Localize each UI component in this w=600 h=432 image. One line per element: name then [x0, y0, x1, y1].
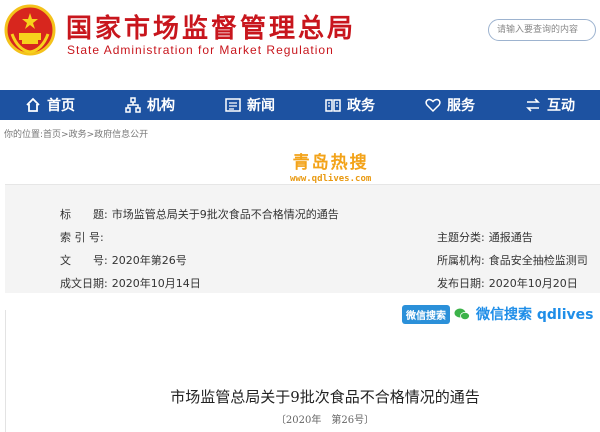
nav-label: 机构 [147, 98, 175, 114]
info-panel: 标 题: 市场监管总局关于9批次食品不合格情况的通告 索 引 号: 文 号: 202… [5, 184, 600, 293]
nav-label: 新闻 [247, 98, 275, 114]
info-label: 发布日期: [437, 277, 485, 290]
site-subtitle: State Administration for Market Regulati… [67, 43, 334, 57]
info-label: 索 引 号: [60, 231, 104, 244]
info-date-row: 成文日期: 2020年10月14日 [60, 275, 201, 291]
nav-interact[interactable]: 互动 [500, 90, 600, 120]
info-value: 食品安全抽检监测司 [488, 254, 588, 267]
exchange-icon [525, 97, 541, 113]
info-value: 市场监管总局关于9批次食品不合格情况的通告 [111, 208, 339, 221]
nav-service[interactable]: 服务 [400, 90, 500, 120]
main-nav: 首页 机构 新闻 政务 服务 互动 [0, 90, 600, 120]
info-value: 2020年第26号 [111, 254, 187, 267]
nav-label: 服务 [447, 98, 475, 114]
info-publish-row: 发布日期: 2020年10月20日 [437, 275, 578, 291]
org-icon [125, 97, 141, 113]
info-label: 成文日期: [60, 277, 108, 290]
info-value: 2020年10月14日 [111, 277, 201, 290]
nav-label: 政务 [347, 98, 375, 114]
info-label: 主题分类: [437, 231, 485, 244]
home-icon [25, 97, 41, 113]
watermark-url: www.qdlives.com [290, 174, 372, 184]
info-label: 文 号: [60, 254, 108, 267]
national-emblem-icon [4, 4, 56, 56]
watermark-top: 青岛热搜 www.qdlives.com [290, 148, 371, 184]
nav-label: 首页 [47, 98, 75, 114]
nav-home[interactable]: 首页 [0, 90, 100, 120]
site-title: 国家市场监督管理总局 [66, 14, 357, 44]
nav-gov[interactable]: 政务 [300, 90, 400, 120]
nav-label: 互动 [547, 98, 575, 114]
news-icon [225, 97, 241, 113]
breadcrumb: 你的位置:首页>政务>政府信息公开 [4, 130, 149, 140]
info-label: 标 题: [60, 208, 108, 221]
info-doc-row: 文 号: 2020年第26号 [60, 252, 187, 268]
document-number: 〔2020年 第26号〕 [275, 415, 375, 426]
search-input[interactable] [488, 19, 596, 41]
nav-news[interactable]: 新闻 [200, 90, 300, 120]
nav-org[interactable]: 机构 [100, 90, 200, 120]
info-index-row: 索 引 号: [60, 229, 108, 245]
info-org-row: 所属机构: 食品安全抽检监测司 [437, 252, 588, 268]
site-header: 国家市场监督管理总局 State Administration for Mark… [0, 0, 600, 90]
info-label: 所属机构: [437, 254, 485, 267]
info-value: 2020年10月20日 [488, 277, 578, 290]
info-category-row: 主题分类: 通报通告 [437, 229, 533, 245]
document-title: 市场监管总局关于9批次食品不合格情况的通告 [170, 388, 480, 406]
watermark-text: 青岛热搜 [292, 153, 369, 173]
heart-icon [425, 97, 441, 113]
info-title-row: 标 题: 市场监管总局关于9批次食品不合格情况的通告 [60, 206, 339, 222]
gov-icon [325, 97, 341, 113]
info-value: 通报通告 [488, 231, 533, 244]
